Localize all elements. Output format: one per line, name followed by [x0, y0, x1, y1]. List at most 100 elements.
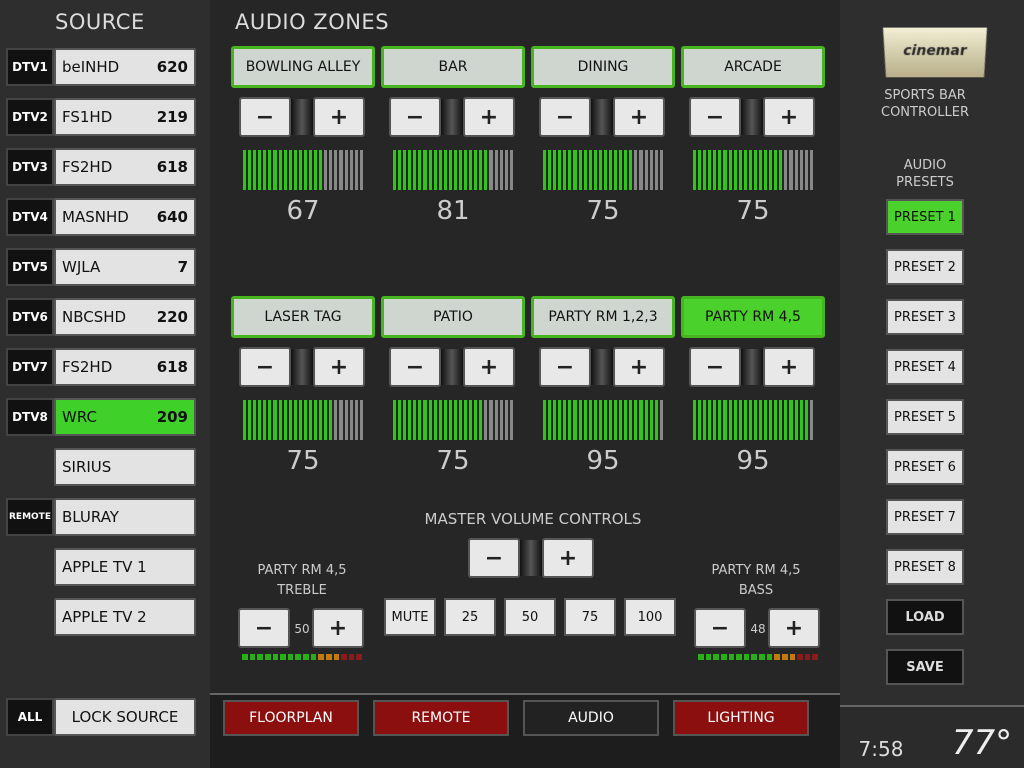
- stepper-divider: [591, 99, 613, 135]
- master-plus-button[interactable]: +: [542, 538, 594, 578]
- zone-plus-button[interactable]: +: [763, 97, 815, 137]
- source-row-dtv4[interactable]: DTV4 MASNHD 640: [6, 198, 202, 236]
- source-tag: DTV1: [6, 48, 54, 86]
- zone-name-button[interactable]: PATIO: [381, 296, 525, 338]
- zone-minus-button[interactable]: −: [389, 97, 441, 137]
- source-row-appletv1[interactable]: APPLE TV 1: [6, 548, 202, 586]
- zone-minus-button[interactable]: −: [389, 347, 441, 387]
- meter-segment: [733, 150, 737, 190]
- level-100-button[interactable]: 100: [624, 598, 676, 636]
- zone-name-button[interactable]: ARCADE: [681, 46, 825, 88]
- zone-minus-button[interactable]: −: [239, 97, 291, 137]
- zone-name-button[interactable]: LASER TAG: [231, 296, 375, 338]
- zone-plus-button[interactable]: +: [463, 97, 515, 137]
- load-button[interactable]: LOAD: [886, 599, 964, 635]
- zone-plus-button[interactable]: +: [763, 347, 815, 387]
- zone-name-button[interactable]: DINING: [531, 46, 675, 88]
- zone-name-button[interactable]: PARTY RM 1,2,3: [531, 296, 675, 338]
- lock-source-button[interactable]: LOCK SOURCE: [54, 698, 196, 736]
- preset-1-button[interactable]: PRESET 1: [886, 199, 964, 235]
- source-button[interactable]: APPLE TV 1: [54, 548, 196, 586]
- source-button[interactable]: BLURAY: [54, 498, 196, 536]
- source-button[interactable]: MASNHD 640: [54, 198, 196, 236]
- source-row-dtv5[interactable]: DTV5 WJLA 7: [6, 248, 202, 286]
- preset-3-button[interactable]: PRESET 3: [886, 299, 964, 335]
- level-25-button[interactable]: 25: [444, 598, 496, 636]
- level-75-button[interactable]: 75: [564, 598, 616, 636]
- source-name: beINHD: [62, 58, 120, 76]
- tab-remote[interactable]: REMOTE: [373, 700, 509, 736]
- meter-segment: [728, 400, 732, 440]
- source-button[interactable]: WJLA 7: [54, 248, 196, 286]
- meter-segment: [644, 150, 648, 190]
- level-50-button[interactable]: 50: [504, 598, 556, 636]
- bass-plus-button[interactable]: +: [768, 608, 820, 648]
- meter-segment: [438, 150, 442, 190]
- master-volume-title: MASTER VOLUME CONTROLS: [424, 510, 642, 528]
- mute-button[interactable]: MUTE: [384, 598, 436, 636]
- stepper-divider: [291, 349, 313, 385]
- zone-plus-button[interactable]: +: [313, 347, 365, 387]
- preset-6-button[interactable]: PRESET 6: [886, 449, 964, 485]
- zone-minus-button[interactable]: −: [689, 97, 741, 137]
- zone-minus-button[interactable]: −: [689, 347, 741, 387]
- source-row-sirius[interactable]: SIRIUS: [6, 448, 202, 486]
- tab-audio[interactable]: AUDIO: [523, 700, 659, 736]
- source-button-active[interactable]: WRC 209: [54, 398, 196, 436]
- preset-2-button[interactable]: PRESET 2: [886, 249, 964, 285]
- source-button[interactable]: NBCSHD 220: [54, 298, 196, 336]
- meter-segment: [433, 150, 437, 190]
- meter-segment: [568, 150, 572, 190]
- source-row-dtv8[interactable]: DTV8 WRC 209: [6, 398, 202, 436]
- source-button[interactable]: FS2HD 618: [54, 348, 196, 386]
- meter-segment: [578, 150, 582, 190]
- zone-name-button[interactable]: BAR: [381, 46, 525, 88]
- treble-minus-button[interactable]: −: [238, 608, 290, 648]
- source-button[interactable]: beINHD 620: [54, 48, 196, 86]
- stepper-divider: [741, 349, 763, 385]
- source-row-dtv2[interactable]: DTV2 FS1HD 219: [6, 98, 202, 136]
- source-button[interactable]: SIRIUS: [54, 448, 196, 486]
- bass-minus-button[interactable]: −: [694, 608, 746, 648]
- zone-plus-button[interactable]: +: [463, 347, 515, 387]
- tab-lighting[interactable]: LIGHTING: [673, 700, 809, 736]
- zone-plus-button[interactable]: +: [313, 97, 365, 137]
- source-row-dtv6[interactable]: DTV6 NBCSHD 220: [6, 298, 202, 336]
- meter-segment: [339, 150, 343, 190]
- source-tag: DTV3: [6, 148, 54, 186]
- presets-title-line2: PRESETS: [896, 175, 954, 190]
- source-tag[interactable]: REMOTE: [6, 498, 54, 536]
- preset-5-button[interactable]: PRESET 5: [886, 399, 964, 435]
- zone-plus-button[interactable]: +: [613, 347, 665, 387]
- zone-plus-button[interactable]: +: [613, 97, 665, 137]
- source-row-dtv1[interactable]: DTV1 beINHD 620: [6, 48, 202, 86]
- source-button[interactable]: FS1HD 219: [54, 98, 196, 136]
- meter-segment: [708, 400, 712, 440]
- zone-name-button[interactable]: BOWLING ALLEY: [231, 46, 375, 88]
- preset-7-button[interactable]: PRESET 7: [886, 499, 964, 535]
- master-minus-button[interactable]: −: [468, 538, 520, 578]
- all-button[interactable]: ALL: [6, 698, 54, 736]
- source-row-dtv7[interactable]: DTV7 FS2HD 618: [6, 348, 202, 386]
- minus-icon: −: [254, 615, 274, 641]
- zone-name-button[interactable]: PARTY RM 4,5: [681, 296, 825, 338]
- tab-floorplan[interactable]: FLOORPLAN: [223, 700, 359, 736]
- preset-4-button[interactable]: PRESET 4: [886, 349, 964, 385]
- zone-minus-button[interactable]: −: [539, 97, 591, 137]
- lock-source-row[interactable]: ALL LOCK SOURCE: [6, 698, 202, 736]
- meter-segment: [398, 400, 402, 440]
- source-row-dtv3[interactable]: DTV3 FS2HD 618: [6, 148, 202, 186]
- source-row-appletv2[interactable]: APPLE TV 2: [6, 598, 202, 636]
- zone-minus-button[interactable]: −: [539, 347, 591, 387]
- source-button[interactable]: APPLE TV 2: [54, 598, 196, 636]
- save-button[interactable]: SAVE: [886, 649, 964, 685]
- source-button[interactable]: FS2HD 618: [54, 148, 196, 186]
- plus-icon: +: [629, 104, 649, 130]
- zone-minus-button[interactable]: −: [239, 347, 291, 387]
- source-row-bluray[interactable]: REMOTE BLURAY: [6, 498, 202, 536]
- meter-segment: [553, 150, 557, 190]
- meter-segment: [334, 400, 338, 440]
- preset-8-button[interactable]: PRESET 8: [886, 549, 964, 585]
- treble-plus-button[interactable]: +: [312, 608, 364, 648]
- meter-segment: [614, 400, 618, 440]
